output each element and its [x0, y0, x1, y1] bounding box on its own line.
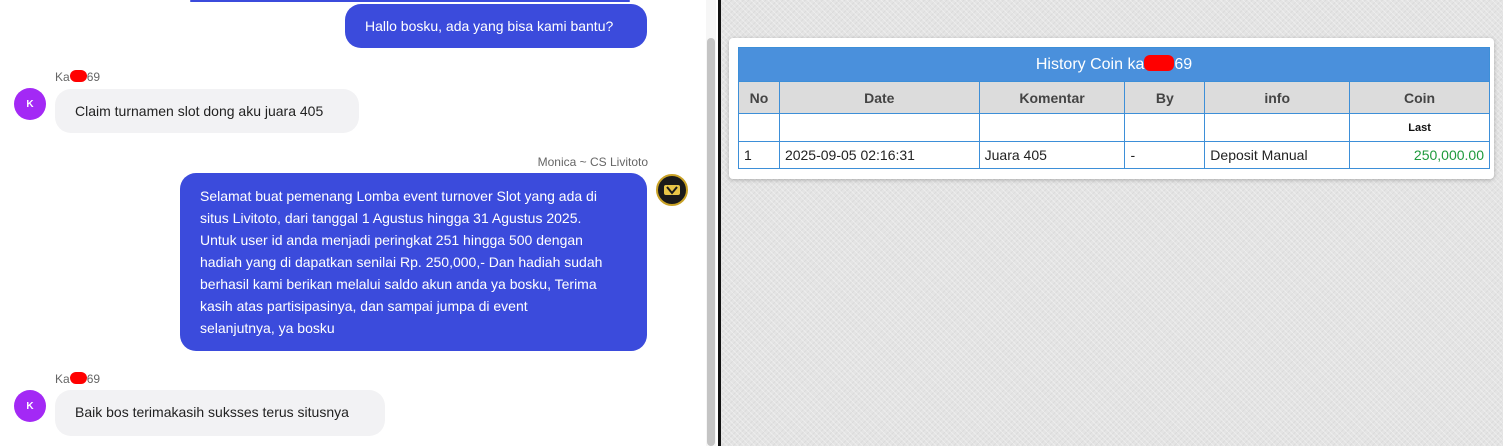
table-title-suffix: 69 [1174, 56, 1193, 73]
agent-avatar[interactable] [656, 174, 688, 206]
message-line: Selamat buat pemenang Lomba event turnov… [200, 188, 597, 204]
chat-scrollbar-thumb[interactable] [707, 38, 715, 446]
message-line: selanjutnya, ya bosku [200, 320, 335, 336]
message-line: Untuk user id anda menjadi peringkat 251… [200, 232, 583, 248]
agent-logo-icon [664, 185, 680, 195]
sender-name-prefix: Ka [55, 70, 70, 84]
message-line: hadiah yang di dapatkan senilai Rp. 250,… [200, 254, 603, 270]
sender-name-prefix: Ka [55, 372, 70, 386]
message-line: situs Livitoto, dari tanggal 1 Agustus h… [200, 210, 582, 226]
avatar-initial: K [26, 400, 34, 412]
previous-message-edge [190, 0, 630, 2]
column-header-info[interactable]: info [1204, 81, 1351, 114]
chat-message-incoming: Baik bos terimakasih suksses terus situs… [55, 390, 385, 436]
column-header-coin[interactable]: Coin [1349, 81, 1490, 114]
sender-name-suffix: 69 [86, 372, 101, 386]
history-card: History Coin ka 69 No Date Komentar By in… [729, 38, 1494, 179]
history-coin-table: History Coin ka 69 No Date Komentar By in… [738, 47, 1490, 169]
sender-name-suffix: 69 [86, 70, 101, 84]
avatar-initial: K [26, 98, 34, 110]
subheader-empty [778, 113, 980, 142]
chat-panel: Hallo bosku, ada yang bisa kami bantu? K… [0, 0, 718, 446]
redaction-mark [1144, 55, 1175, 71]
message-text: Baik bos terimakasih suksses terus situs… [75, 404, 349, 420]
cell-komentar: Juara 405 [978, 141, 1126, 169]
history-panel: History Coin ka 69 No Date Komentar By in… [721, 0, 1503, 446]
sender-name: Ka 69 [55, 70, 100, 84]
message-line: kasih atas partisipasinya, dan sampai ju… [200, 298, 528, 314]
subheader-empty [1124, 113, 1206, 142]
cell-date: 2025-09-05 02:16:31 [778, 141, 980, 169]
chat-message-outgoing: Hallo bosku, ada yang bisa kami bantu? [345, 4, 647, 48]
user-avatar[interactable]: K [14, 390, 46, 422]
message-text: Hallo bosku, ada yang bisa kami bantu? [365, 18, 614, 34]
subheader-empty [1204, 113, 1351, 142]
cell-coin: 250,000.00 [1349, 141, 1490, 169]
user-avatar[interactable]: K [14, 88, 46, 120]
column-header-date[interactable]: Date [778, 81, 980, 114]
table-row: 1 2025-09-05 02:16:31 Juara 405 - Deposi… [738, 141, 1490, 169]
chat-message-outgoing: Selamat buat pemenang Lomba event turnov… [180, 173, 647, 351]
redaction-mark [69, 70, 87, 82]
cell-info: Deposit Manual [1204, 141, 1351, 169]
redaction-mark [69, 372, 87, 384]
column-header-by[interactable]: By [1124, 81, 1206, 114]
column-header-no[interactable]: No [738, 81, 780, 114]
cell-no: 1 [738, 141, 780, 169]
subheader-last: Last [1349, 113, 1490, 142]
message-text: Claim turnamen slot dong aku juara 405 [75, 103, 324, 119]
column-header-komentar[interactable]: Komentar [978, 81, 1126, 114]
chat-message-incoming: Claim turnamen slot dong aku juara 405 [55, 89, 359, 133]
table-title: History Coin ka 69 [738, 47, 1490, 82]
subheader-empty [738, 113, 780, 142]
subheader-empty [978, 113, 1126, 142]
message-line: berhasil kami berikan melalui saldo akun… [200, 276, 597, 292]
sender-name: Ka 69 [55, 372, 100, 386]
agent-name: Monica ~ CS Livitoto [537, 155, 648, 169]
cell-by: - [1124, 141, 1206, 169]
table-title-prefix: History Coin ka [1035, 56, 1145, 73]
